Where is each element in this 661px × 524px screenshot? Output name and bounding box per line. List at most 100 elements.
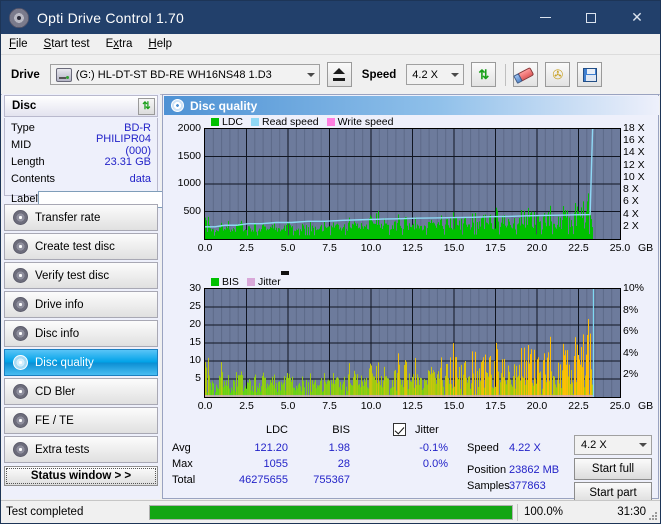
status-window-button[interactable]: Status window > > <box>4 466 158 486</box>
speed-stat-value: 4.22 X <box>509 442 541 454</box>
sidebar-item-label: FE / TE <box>35 414 74 427</box>
disc-icon <box>13 326 28 341</box>
chart-canvas <box>204 288 621 398</box>
close-button[interactable]: ✕ <box>614 1 660 34</box>
save-button[interactable] <box>577 62 603 87</box>
progress-bar <box>149 504 513 520</box>
speed-select[interactable]: 4.2 X <box>406 64 465 85</box>
y2-tick-label: 10 X <box>623 170 645 183</box>
y2-tick-label: 6 X <box>623 195 639 208</box>
x-tick-label: 12.5 <box>402 242 423 254</box>
speed-select-value: 4.2 X <box>412 68 438 81</box>
disc-type-label: Type <box>11 121 35 134</box>
disc-panel-title: Disc <box>12 100 37 112</box>
y2-tick-label: 16 X <box>623 134 645 147</box>
chart-bis-jitter: BIS Jitter 5 10 15 20 25 30 2% 4% 6% 8% 10% 0.0 2.5 5.0… <box>163 267 658 420</box>
menu-extra[interactable]: Extra <box>106 38 133 50</box>
content-title: Disc quality <box>190 98 258 113</box>
disc-length-label: Length <box>11 155 45 168</box>
menu-file[interactable]: File <box>9 38 28 50</box>
stats-row-label-total: Total <box>172 474 196 486</box>
y-tick-label: 25 <box>189 300 201 312</box>
stats-total-bis: 755367 <box>313 474 350 486</box>
x-tick-label: 20.0 <box>526 242 548 254</box>
jitter-label: Jitter <box>415 424 439 436</box>
sidebar-item-create-test-disc[interactable]: Create test disc <box>4 233 158 260</box>
maximize-button[interactable] <box>568 1 614 34</box>
sidebar-item-label: Transfer rate <box>35 211 101 224</box>
eject-button[interactable] <box>326 62 352 87</box>
sidebar-item-drive-info[interactable]: Drive info <box>4 291 158 318</box>
disc-panel-body: Type BD-R MID PHILIPR04 (000) Length 23.… <box>4 118 239 209</box>
speed-stat-label: Speed <box>467 442 499 454</box>
samples-value: 377863 <box>509 480 546 492</box>
y-tick-label: 500 <box>183 204 201 217</box>
progress-percent: 100.0% <box>517 503 596 521</box>
sidebar-item-extra-tests[interactable]: Extra tests <box>4 436 158 463</box>
x-tick-label: 17.5 <box>485 242 506 254</box>
optical-drive-icon <box>55 67 72 82</box>
x-tick-label: 20.0 <box>526 400 548 412</box>
sidebar-item-disc-info[interactable]: Disc info <box>4 320 158 347</box>
resize-grip[interactable] <box>647 510 657 520</box>
disc-row-mid: MID PHILIPR04 (000) <box>5 133 157 157</box>
sidebar-item-label: Verify test disc <box>35 269 110 282</box>
y-tick-label: 2000 <box>177 122 201 134</box>
x-tick-label: 2.5 <box>239 400 254 412</box>
y2-tick-label: 8% <box>623 303 639 316</box>
sidebar-item-fe-te[interactable]: FE / TE <box>4 407 158 434</box>
start-full-button[interactable]: Start full <box>574 458 652 480</box>
toolbar-divider <box>505 63 507 86</box>
sidebar-item-cd-bler[interactable]: CD Bler <box>4 378 158 405</box>
status-bar: Test completed 100.0% 31:30 <box>1 500 660 523</box>
toolbar: Drive (G:) HL-DT-ST BD-RE WH16NS48 1.D3 … <box>1 55 660 95</box>
sidebar-item-transfer-rate[interactable]: Transfer rate <box>4 204 158 231</box>
disc-panel-header: Disc ⇅ <box>4 95 158 117</box>
test-speed-select[interactable]: 4.2 X <box>574 435 652 455</box>
jitter-checkbox[interactable] <box>393 423 406 436</box>
nav-list: Transfer rate Create test disc Verify te… <box>4 204 158 465</box>
erase-button[interactable] <box>513 62 539 87</box>
x-tick-label: 0.0 <box>197 400 213 412</box>
menu-bar: File Start test Extra Help <box>1 34 660 55</box>
sidebar-item-verify-test-disc[interactable]: Verify test disc <box>4 262 158 289</box>
sidebar-item-disc-quality[interactable]: Disc quality <box>4 349 158 376</box>
stats-avg-ldc: 121.20 <box>254 442 288 454</box>
x-tick-label: 2.5 <box>239 242 254 254</box>
stats-max-ldc: 1055 <box>263 458 288 470</box>
drive-select[interactable]: (G:) HL-DT-ST BD-RE WH16NS48 1.D3 <box>49 64 320 85</box>
minimize-button[interactable] <box>522 1 568 34</box>
disc-icon <box>13 442 28 457</box>
disc-refresh-button[interactable]: ⇅ <box>138 98 155 115</box>
legend-item: Write speed <box>326 116 394 128</box>
tools-button[interactable]: ✇ <box>545 62 571 87</box>
legend-label: Write speed <box>337 116 394 128</box>
disc-icon <box>13 297 28 312</box>
y2-tick-label: 18 X <box>623 122 645 134</box>
progress-bar-fill <box>150 505 512 519</box>
y2-tick-label: 8 X <box>623 183 639 196</box>
disc-length-value: 23.31 GB <box>104 155 151 168</box>
y2-tick-label: 10% <box>623 282 645 294</box>
y-tick-label: 30 <box>189 282 201 294</box>
left-panel: Disc ⇅ Type BD-R MID PHILIPR04 (000) Len… <box>2 94 239 499</box>
stats-header-ldc: LDC <box>265 424 288 436</box>
refresh-button[interactable]: ⇅ <box>471 62 497 87</box>
refresh-icon: ⇅ <box>478 67 490 82</box>
eject-icon-bar <box>333 78 346 81</box>
y2-tick-label: 12 X <box>623 158 645 171</box>
x-tick-label: 0.0 <box>197 242 213 254</box>
sidebar-item-label: Create test disc <box>35 240 115 253</box>
menu-help[interactable]: Help <box>148 38 172 50</box>
y-tick-label: 1000 <box>177 177 201 189</box>
y-tick-label: 5 <box>195 372 201 384</box>
y2-tick-label: 4% <box>623 346 639 359</box>
legend-swatch <box>211 278 219 286</box>
x-tick-label: 25.0 <box>609 400 631 412</box>
x-tick-label: 7.5 <box>322 242 337 254</box>
stats-row-label-avg: Avg <box>172 442 191 454</box>
x-tick-label: 5.0 <box>280 400 296 412</box>
legend-item: Read speed <box>251 116 319 128</box>
menu-start-test[interactable]: Start test <box>44 38 90 50</box>
chevron-down-icon <box>451 72 460 77</box>
